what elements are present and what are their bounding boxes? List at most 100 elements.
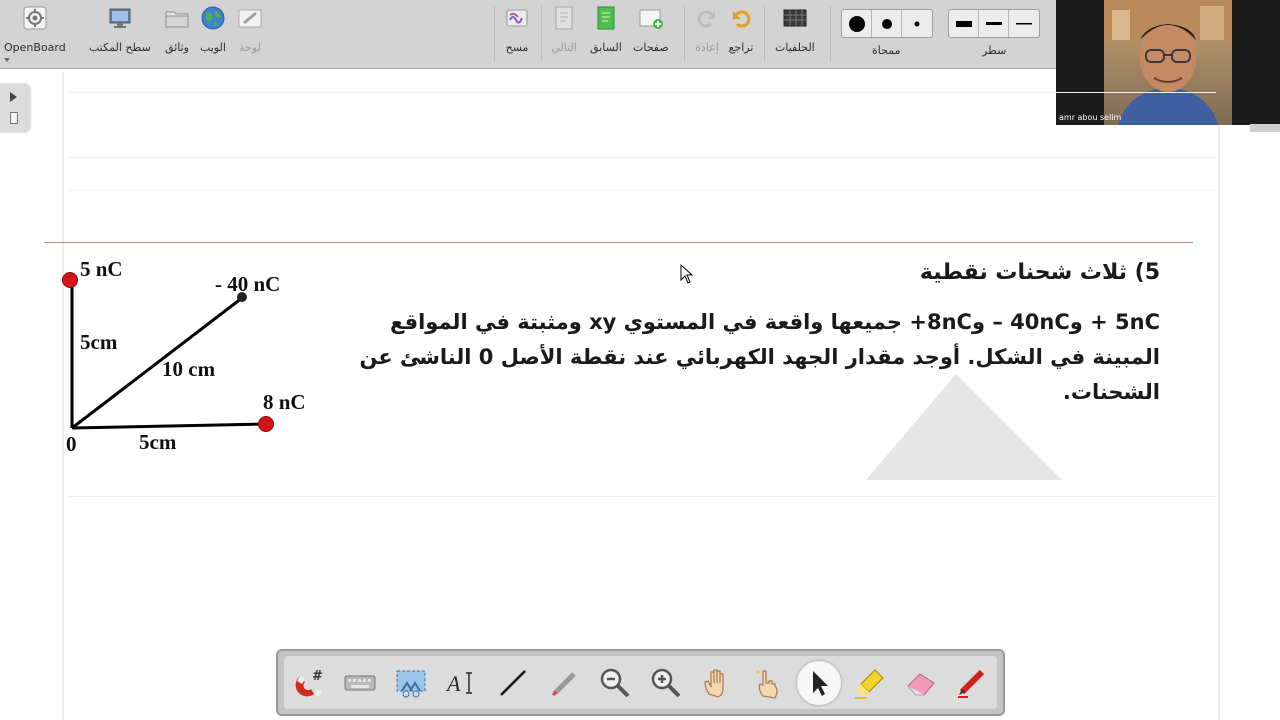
select-tool-button[interactable] <box>796 660 841 705</box>
capture-icon <box>396 670 426 697</box>
monitor-icon <box>107 5 133 31</box>
toolbar-separator <box>541 6 542 62</box>
add-page-icon <box>638 5 664 31</box>
expand-arrow-icon[interactable] <box>10 92 17 102</box>
zoom-in-icon <box>651 668 681 697</box>
select-arrow-icon <box>812 670 828 696</box>
charge-right-label: 8 nC <box>263 390 306 414</box>
laser-pointer-icon <box>552 671 576 696</box>
diagonal-distance-label: 10 cm <box>162 357 216 381</box>
text-tool-icon: A <box>445 671 473 696</box>
line-width-label: سطر <box>982 44 1007 57</box>
desktop-button[interactable]: سطح المكتب <box>89 5 151 54</box>
charge-diagonal-label: - 40 nC <box>215 272 281 296</box>
highlighter-icon <box>854 668 884 699</box>
board-button[interactable]: لوحة <box>237 5 263 54</box>
line-width-thick[interactable] <box>949 10 979 37</box>
question-line-3: الشحنات. <box>1062 380 1160 404</box>
undo-icon <box>728 5 754 31</box>
line-tool-button[interactable] <box>491 661 535 705</box>
openboard-menu-button[interactable]: OpenBoard <box>4 5 66 54</box>
eraser-tool-button[interactable] <box>899 661 943 705</box>
pointer-hand-button[interactable] <box>746 661 790 705</box>
undo-label: تراجع <box>728 41 754 54</box>
svg-text:A: A <box>445 671 461 696</box>
mouse-cursor-icon <box>680 264 694 284</box>
top-toolbar: OpenBoard سطح المكتب وثائق الويب لوحة مس… <box>0 0 1056 69</box>
web-label: الويب <box>200 41 226 54</box>
zoom-out-icon <box>600 668 630 697</box>
backgrounds-button[interactable]: الحلفيات <box>775 5 815 54</box>
content-separator-line <box>44 242 1193 243</box>
eraser-size-small[interactable] <box>902 10 932 37</box>
page-right-border <box>1218 125 1220 720</box>
backgrounds-label: الحلفيات <box>775 41 815 54</box>
erase-label: مسح <box>505 41 529 54</box>
pages-label: صفحات <box>633 41 669 54</box>
tools-palette-inner: # A <box>284 656 997 709</box>
question-line-2: المبينة في الشكل. أوجد مقدار الجهد الكهر… <box>359 345 1160 369</box>
hand-icon <box>704 668 724 698</box>
charge-top-label: 5 nC <box>80 257 123 281</box>
magnet-icon: # <box>296 669 323 697</box>
undo-button[interactable]: تراجع <box>728 5 754 54</box>
right-dock-palette[interactable] <box>1250 124 1280 132</box>
next-page-button[interactable]: التالي <box>551 5 577 54</box>
folder-icon <box>164 5 190 31</box>
eraser-size-label: ممحاة <box>872 44 901 57</box>
highlighter-tool-button[interactable] <box>848 661 892 705</box>
left-dock-palette[interactable] <box>0 84 30 132</box>
pen-icon <box>958 669 985 698</box>
pen-tool-button[interactable] <box>949 661 993 705</box>
laser-pointer-button[interactable] <box>542 661 586 705</box>
pages-button[interactable]: صفحات <box>633 5 669 54</box>
menu-arrow-icon <box>4 58 10 62</box>
origin-label: 0 <box>66 432 77 456</box>
faint-ruled-line <box>68 190 1216 191</box>
pointer-hand-icon <box>755 669 778 699</box>
diagonal-line <box>71 296 243 430</box>
toolbar-separator <box>764 6 765 62</box>
participant-video-frame <box>1104 0 1232 125</box>
previous-page-button[interactable]: السابق <box>590 5 622 54</box>
faint-ruled-line <box>68 157 1216 158</box>
hand-tool-button[interactable] <box>695 661 739 705</box>
erase-board-button[interactable]: مسح <box>504 5 530 54</box>
redo-label: إعادة <box>695 41 719 54</box>
eraser-size-large[interactable] <box>842 10 872 37</box>
previous-label: السابق <box>590 41 622 54</box>
page-thumbnails-icon[interactable] <box>10 112 18 124</box>
vertical-distance-label: 5cm <box>80 330 118 354</box>
watermark-triangle <box>866 374 1062 480</box>
capture-tool-button[interactable] <box>389 661 433 705</box>
gear-icon <box>22 5 48 31</box>
clear-page-icon <box>504 5 530 31</box>
line-width-thin[interactable] <box>1009 10 1039 37</box>
keyboard-icon <box>344 675 376 690</box>
toolbar-separator <box>494 6 495 62</box>
zoom-out-button[interactable] <box>593 661 637 705</box>
documents-button[interactable]: وثائق <box>164 5 190 54</box>
magnet-tool-button[interactable]: # <box>287 661 331 705</box>
keyboard-tool-button[interactable] <box>338 661 382 705</box>
redo-icon <box>694 5 720 31</box>
line-tool-icon <box>500 669 527 696</box>
svg-text:#: # <box>312 669 323 684</box>
toolbar-separator <box>830 6 831 62</box>
faint-ruled-line <box>68 496 1216 497</box>
openboard-label: OpenBoard <box>4 41 66 54</box>
board-pencil-icon <box>237 5 263 31</box>
participant-name: amr abou selim <box>1059 113 1122 122</box>
board-label: لوحة <box>239 41 261 54</box>
web-button[interactable]: الويب <box>200 5 226 54</box>
zoom-in-button[interactable] <box>644 661 688 705</box>
next-page-icon <box>551 5 577 31</box>
tools-palette: # A <box>276 649 1005 716</box>
text-tool-button[interactable]: A <box>440 661 484 705</box>
eraser-size-medium[interactable] <box>872 10 902 37</box>
line-width-selector <box>948 9 1040 38</box>
faint-ruled-line <box>68 92 1216 93</box>
desktop-label: سطح المكتب <box>89 41 151 54</box>
line-width-medium[interactable] <box>979 10 1009 37</box>
redo-button[interactable]: إعادة <box>694 5 720 54</box>
